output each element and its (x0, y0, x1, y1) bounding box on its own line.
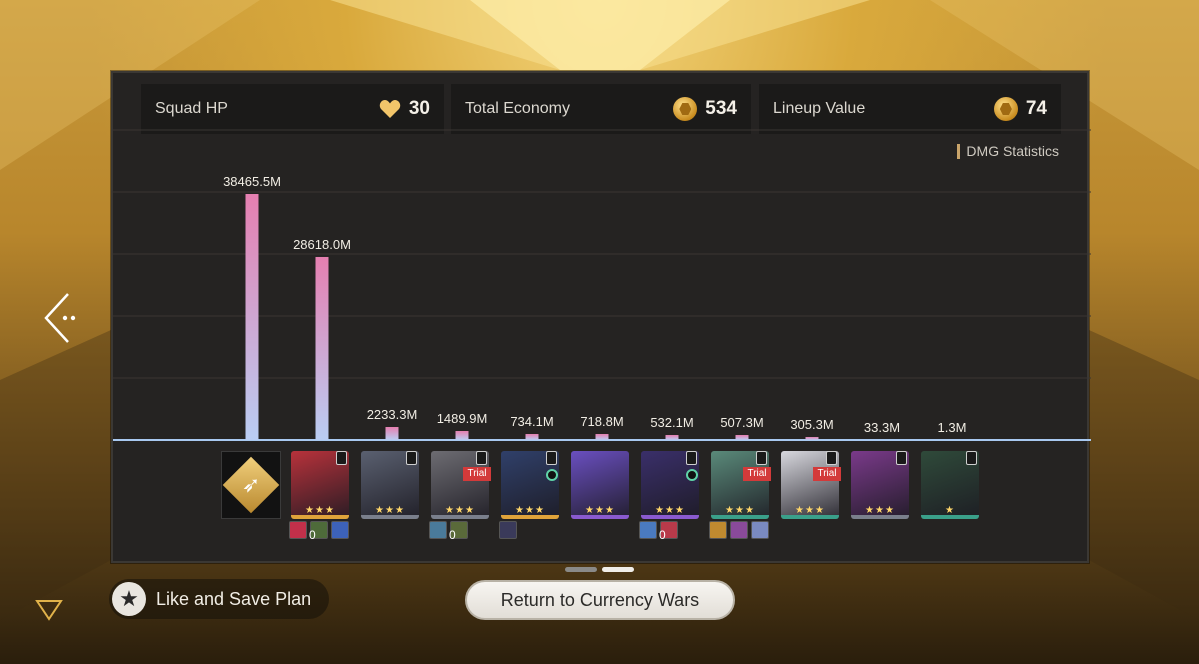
bar-7 (665, 435, 679, 440)
bar-label-2: 28618.0M (293, 237, 351, 252)
bar-label-11: 1.3M (938, 420, 967, 435)
bar-label-8: 507.3M (720, 415, 763, 430)
back-arrow-icon[interactable] (40, 290, 80, 346)
rarity-bar (641, 515, 699, 519)
bar-label-7: 532.1M (650, 415, 693, 430)
lock-icon (686, 451, 697, 465)
triangle-decoration-icon (35, 600, 63, 621)
lock-icon (966, 451, 977, 465)
bar-label-4: 1489.9M (437, 411, 488, 426)
bar-6 (595, 434, 609, 440)
rarity-bar (291, 515, 349, 519)
ring-icon (546, 469, 558, 481)
lock-icon (896, 451, 907, 465)
like-save-label: Like and Save Plan (156, 588, 312, 609)
path-icon: ➶ (221, 451, 281, 519)
relic-icon[interactable] (751, 521, 769, 539)
lock-icon (826, 451, 837, 465)
bar-4 (455, 431, 469, 440)
bar-8 (735, 435, 749, 440)
trial-badge: Trial (463, 467, 491, 481)
bar-9 (805, 437, 819, 440)
lock-icon (546, 451, 557, 465)
relic-icon[interactable] (709, 521, 727, 539)
bar-1 (245, 194, 259, 440)
bar-5 (525, 434, 539, 440)
relic-icon[interactable] (730, 521, 748, 539)
rarity-bar (781, 515, 839, 519)
character-5-portrait[interactable]: ★★★ (571, 451, 629, 519)
relic-icon[interactable] (289, 521, 307, 539)
relic-icon[interactable] (639, 521, 657, 539)
rarity-bar (921, 515, 979, 519)
bar-label-5: 734.1M (510, 414, 553, 429)
rarity-bar (571, 515, 629, 519)
bar-label-1: 38465.5M (223, 174, 281, 189)
relic-count: 0 (659, 528, 666, 542)
lock-icon (756, 451, 767, 465)
bar-label-6: 718.8M (580, 414, 623, 429)
bar-label-9: 305.3M (790, 417, 833, 432)
rarity-bar (431, 515, 489, 519)
ring-icon (686, 469, 698, 481)
return-button[interactable]: Return to Currency Wars (465, 580, 735, 620)
page-indicator-2[interactable] (602, 567, 634, 572)
trial-badge: Trial (813, 467, 841, 481)
trial-badge: Trial (743, 467, 771, 481)
bar-3 (385, 427, 399, 440)
page-indicator-1[interactable] (565, 567, 597, 572)
bar-2 (315, 256, 329, 440)
bar-label-3: 2233.3M (367, 407, 418, 422)
relic-icon[interactable] (331, 521, 349, 539)
return-label: Return to Currency Wars (500, 589, 700, 610)
damage-chart: 38465.5M 28618.0M 2233.3M 1489.9M 734.1M 718.… (113, 129, 1091, 441)
rarity-bar (361, 515, 419, 519)
bar-label-10: 33.3M (864, 420, 900, 435)
lineup-panel: Squad HP 30 Total Economy 534 Lineup Val… (111, 71, 1091, 563)
relic-count: 0 (309, 528, 316, 542)
relic-count: 0 (449, 528, 456, 542)
star-icon: ★ (112, 582, 146, 616)
rarity-bar (711, 515, 769, 519)
lock-icon (336, 451, 347, 465)
lock-icon (476, 451, 487, 465)
like-save-button[interactable]: ★ Like and Save Plan (109, 579, 329, 619)
relic-icon[interactable] (499, 521, 517, 539)
rarity-bar (501, 515, 559, 519)
rarity-bar (851, 515, 909, 519)
lock-icon (406, 451, 417, 465)
relic-icon[interactable] (429, 521, 447, 539)
